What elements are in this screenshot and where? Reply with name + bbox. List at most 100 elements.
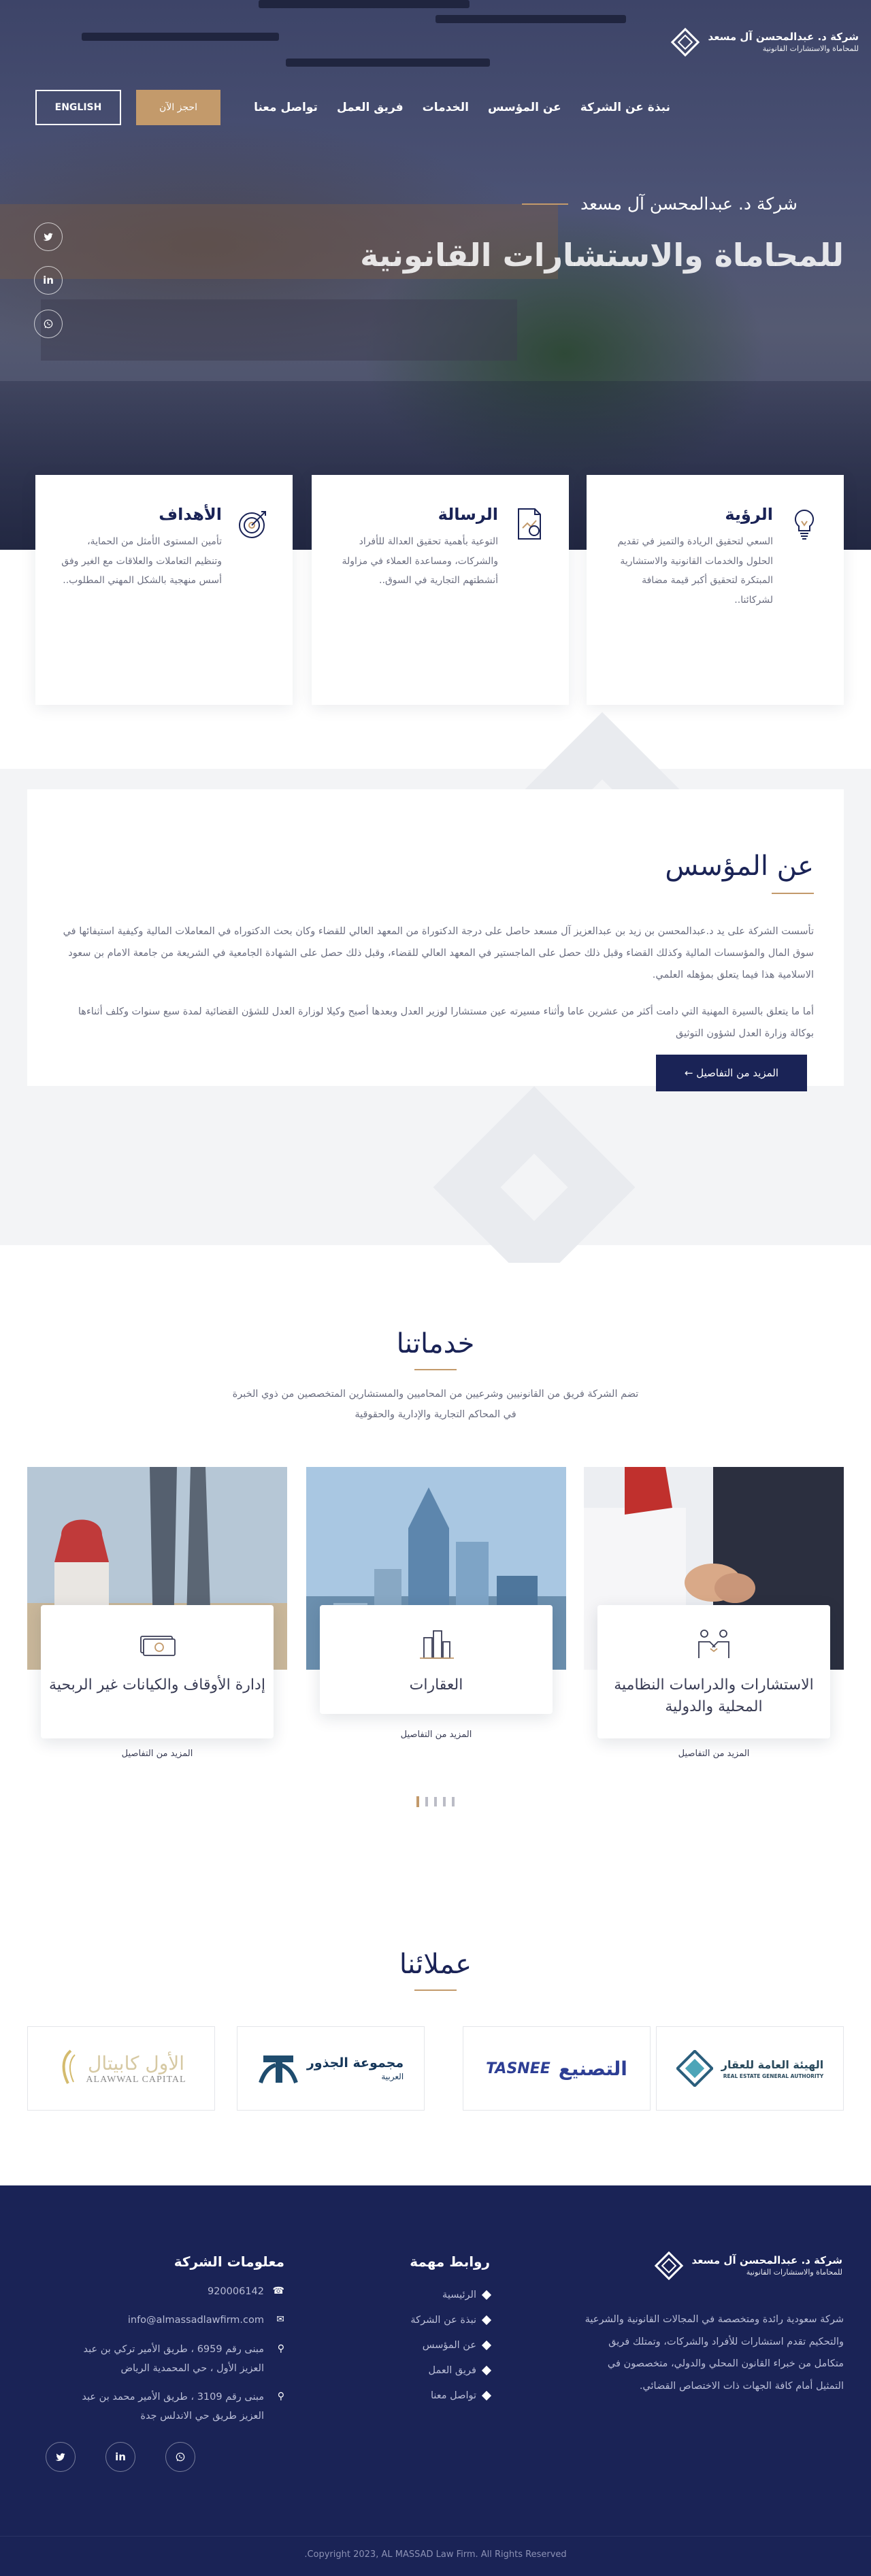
client-emblem-icon [259,2055,298,2083]
money-icon [135,1628,179,1659]
clients-header: عملائنا [0,1949,871,1991]
linkedin-icon[interactable]: in [34,266,63,295]
about-founder-section: عن المؤسس تأسست الشركة على يد د.عبدالمحس… [27,789,844,1091]
footer-divider [0,2536,871,2537]
service-card[interactable]: إدارة الأوقاف والكيانات غير الربحية المز… [27,1467,287,1759]
service-card[interactable]: الاستشارات والدراسات النظامية المحلية وا… [584,1467,844,1759]
service-box: العقارات [320,1605,553,1714]
logo-mark-icon [669,26,702,59]
copyright-text: Copyright 2023, AL MASSAD Law Firm. All … [304,2549,567,2560]
footer-link-home[interactable]: الرئيسية [410,2282,492,2307]
target-icon [231,505,272,546]
buildings-icon [414,1628,458,1659]
client-subname: ALAWWAL CAPITAL [86,2074,186,2085]
nav-team[interactable]: فريق العمل [337,101,404,114]
service-title: الاستشارات والدراسات النظامية المحلية وا… [614,1677,814,1715]
footer-contact-info: ☎ 920006142 ✉ info@almassadlawfirm.com ⚲ مب… [60,2282,284,2436]
footer-logo-tagline: للمحاماة والاستشارات القانونية [746,2267,842,2277]
location-pin-icon: ⚲ [277,2343,284,2354]
clients-title: عملائنا [399,1949,472,1980]
service-title: العقارات [409,1677,463,1694]
book-now-button[interactable]: احجز الآن [136,90,220,125]
pagination-dot[interactable] [443,1797,446,1806]
language-english-button[interactable]: ENGLISH [35,90,121,125]
client-subname: TASNEE [486,2060,550,2077]
client-name: الهيئة العامة للعقار [721,2058,824,2071]
linkedin-icon[interactable]: in [105,2442,135,2472]
pagination-dot[interactable] [452,1797,455,1806]
logo-name: شركة د. عبدالمحسن آل مسعد [708,31,859,44]
ceiling-lamp [436,15,626,23]
nav-contact[interactable]: تواصل معنا [254,101,318,114]
envelope-icon: ✉ [276,2314,284,2326]
footer-link-about-company[interactable]: نبذة عن الشركة [410,2307,492,2332]
services-title-underline [414,1369,457,1370]
footer-about-text: شركة سعودية رائدة ومتخصصة في المجالات ال… [585,2314,844,2392]
lightbulb-icon [783,505,823,546]
twitter-icon[interactable] [46,2442,76,2472]
footer-email[interactable]: ✉ info@almassadlawfirm.com [60,2311,284,2330]
service-box: إدارة الأوقاف والكيانات غير الربحية [41,1605,274,1738]
client-logo-aljudhoor: مجموعة الجذور العربية [237,2026,425,2111]
footer-phone[interactable]: ☎ 920006142 [60,2282,284,2301]
service-more-link[interactable]: المزيد من التفاصيل [27,1749,287,1759]
ceiling-lamp [82,33,279,41]
service-more-link[interactable]: المزيد من التفاصيل [584,1749,844,1759]
nav-about-company[interactable]: نبذة عن الشركة [580,101,670,114]
client-logo-alawwal-capital: الأول كابيتال ALAWWAL CAPITAL [27,2026,215,2111]
site-footer: شركة د. عبدالمحسن آل مسعد للمحاماة والاس… [0,2185,871,2576]
about-more-button[interactable]: المزيد من التفاصيل ← [656,1055,807,1091]
footer-social-links: in [46,2442,195,2472]
footer-link-label: الرئيسية [442,2289,476,2300]
footer-logo-name: شركة د. عبدالمحسن آل مسعد [691,2254,842,2267]
footer-links-title: روابط مهمة [410,2253,490,2270]
whatsapp-icon[interactable] [34,310,63,338]
mission-card: الرسالة التوعية بأهمية تحقيق العدالة للأ… [312,475,569,705]
footer-info-title: معلومات الشركة [174,2253,284,2270]
client-logo-real-estate-authority: الهيئة العامة للعقار REAL ESTATE GENERAL… [656,2026,844,2111]
diamond-bullet-icon [481,2365,492,2375]
diamond-bullet-icon [481,2290,492,2300]
bg-diamond-shape [433,1086,636,1289]
about-more-wrapper: المزيد من التفاصيل ← [656,1055,807,1091]
ceiling-lamp [259,0,470,8]
about-title: عن المؤسس [665,851,814,882]
whatsapp-icon[interactable] [165,2442,195,2472]
client-logo-tasnee: التصنيع TASNEE [463,2026,651,2111]
footer-email-text: info@almassadlawfirm.com [127,2315,264,2326]
hero-section: شركة د. عبدالمحسن آل مسعد للمحاماة والاس… [0,0,871,550]
footer-link-label: فريق العمل [428,2364,476,2376]
client-name: مجموعة الجذور [306,2055,404,2070]
client-name: التصنيع [558,2057,627,2080]
service-card[interactable]: العقارات المزيد من التفاصيل [306,1467,566,1740]
client-subname: REAL ESTATE GENERAL AUTHORITY [723,2073,824,2079]
pagination-dot-active[interactable] [416,1796,419,1807]
footer-address-text: مبنى رقم 6959 ، طريق الأمير تركي بن عبد … [83,2343,265,2374]
handshake-icon [692,1628,736,1659]
footer-phone-text: 920006142 [207,2286,264,2297]
nav-founder[interactable]: عن المؤسس [488,101,561,114]
hero-subtitle: شركة د. عبدالمحسن آل مسعد [522,194,798,214]
client-name: الأول كابيتال [88,2051,184,2075]
hero-social-links: in [34,222,63,338]
footer-link-founder[interactable]: عن المؤسس [410,2332,492,2358]
phone-icon: ☎ [272,2285,284,2296]
footer-address-jeddah: ⚲ مبنى رقم 3109 ، طريق الأمير محمد بن عبد… [60,2388,284,2426]
footer-links: الرئيسية نبذة عن الشركة عن المؤسس فريق ا… [410,2282,492,2408]
service-more-link[interactable]: المزيد من التفاصيل [306,1730,566,1740]
footer-link-label: عن المؤسس [422,2339,476,2351]
main-nav: نبذة عن الشركة عن المؤسس الخدمات فريق ال… [254,101,670,114]
service-title: إدارة الأوقاف والكيانات غير الربحية [49,1677,265,1694]
site-logo[interactable]: شركة د. عبدالمحسن آل مسعد للمحاماة والاس… [669,26,859,59]
hero-subtitle-line [522,203,569,205]
twitter-icon[interactable] [34,222,63,251]
office-desk [41,299,517,361]
footer-address-text: مبنى رقم 3109 ، طريق الأمير محمد بن عبد … [82,2392,264,2422]
nav-services[interactable]: الخدمات [423,101,469,114]
pagination-dot[interactable] [434,1797,437,1806]
footer-logo[interactable]: شركة د. عبدالمحسن آل مسعد للمحاماة والاس… [653,2249,842,2282]
location-pin-icon: ⚲ [277,2391,284,2402]
pagination-dot[interactable] [425,1797,428,1806]
footer-link-contact[interactable]: تواصل معنا [410,2383,492,2408]
footer-link-team[interactable]: فريق العمل [410,2358,492,2383]
